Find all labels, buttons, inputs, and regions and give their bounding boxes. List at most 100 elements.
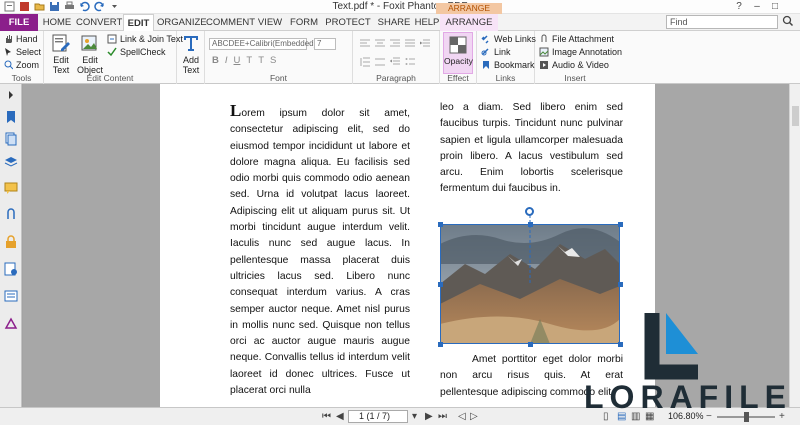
hand-label: Hand — [16, 34, 38, 44]
help-icon[interactable]: ? — [730, 0, 748, 13]
layers-panel-icon[interactable] — [4, 155, 18, 169]
next-page-icon[interactable]: ▶ — [425, 411, 433, 422]
page-number-input[interactable]: 1 (1 / 7) — [348, 410, 408, 423]
link-join-icon — [107, 34, 117, 44]
resize-handle-bl[interactable] — [438, 342, 443, 347]
web-links-label: Web Links — [494, 34, 536, 44]
previous-page-icon[interactable]: ◀ — [336, 411, 344, 422]
text-column-right-top[interactable]: leo a diam. Sed libero enim sed faucibus… — [440, 100, 623, 198]
minimize-button[interactable]: – — [748, 0, 766, 13]
paragraph-group-label: Paragraph — [376, 73, 416, 83]
signatures-panel-icon[interactable] — [4, 262, 18, 276]
add-text-button[interactable]: Add Text — [180, 33, 202, 75]
font-family-select[interactable]: ABCDEE+Calibri(Embedded) — [209, 38, 316, 50]
underline-button[interactable]: U — [234, 55, 241, 66]
pages-panel-icon[interactable] — [4, 132, 18, 146]
comments-panel-icon[interactable] — [4, 181, 18, 195]
spellcheck-icon — [107, 47, 117, 57]
file-attachment-label: File Attachment — [552, 34, 615, 44]
tab-edit[interactable]: EDIT — [123, 14, 154, 32]
link-join-label: Link & Join Text — [120, 34, 183, 44]
media-icon — [540, 61, 548, 69]
tab-file[interactable]: FILE — [0, 14, 38, 31]
subscript-button[interactable]: T — [258, 55, 264, 66]
back-view-icon[interactable]: ◁ — [458, 411, 466, 422]
line-spacing-icon[interactable] — [360, 57, 370, 67]
first-page-icon[interactable]: ⏮ — [322, 411, 331, 422]
audio-video-label: Audio & Video — [552, 60, 609, 70]
content-panel-icon[interactable] — [4, 289, 18, 303]
audio-video-button[interactable]: Audio & Video — [539, 59, 609, 71]
superscript-button[interactable]: T — [246, 55, 252, 66]
strikethrough-button[interactable]: S — [270, 55, 276, 66]
tab-home[interactable]: HOME — [40, 14, 74, 31]
font-group-label: Font — [269, 73, 287, 83]
text-column-left[interactable]: Lorem ipsum dolor sit amet, consectetur … — [230, 102, 410, 399]
last-page-icon[interactable]: ⏭ — [438, 411, 447, 422]
tab-protect[interactable]: PROTECT — [323, 14, 373, 31]
group-edit-content: Edit Text Edit Object Link & Join Text S… — [44, 31, 183, 84]
tab-arrange[interactable]: ARRANGE — [440, 14, 498, 31]
resize-handle-left[interactable] — [438, 282, 443, 287]
align-center-icon[interactable] — [375, 39, 385, 49]
edit-object-label-1: Edit — [82, 55, 98, 65]
link-join-text-button[interactable]: Link & Join Text — [107, 33, 183, 45]
zoom-tool[interactable]: Zoom — [4, 59, 39, 71]
find-input[interactable]: Find — [666, 15, 778, 29]
tools-group-label: Tools — [11, 73, 32, 83]
para-spacing-icon[interactable] — [375, 57, 385, 67]
expand-panel-icon[interactable] — [4, 88, 18, 102]
group-insert: File Attachment Image Annotation Audio &… — [535, 31, 622, 84]
align-right-icon[interactable] — [390, 39, 400, 49]
tab-share[interactable]: SHARE — [375, 14, 413, 31]
tab-form[interactable]: FORM — [287, 14, 321, 31]
left-column-text: orem ipsum dolor sit amet, consectetur a… — [230, 108, 410, 397]
opacity-button[interactable]: Opacity — [443, 32, 473, 74]
lorafile-watermark-logo: LORAFILE — [584, 313, 786, 415]
navigation-panel — [0, 84, 22, 425]
link-button[interactable]: Link — [481, 46, 511, 58]
search-icon[interactable] — [781, 15, 795, 29]
select-tool[interactable]: Select — [4, 46, 41, 58]
edit-text-label-1: Edit — [53, 55, 69, 65]
edit-object-button[interactable]: Edit Object — [76, 33, 104, 75]
font-size-select[interactable]: 7 — [314, 38, 336, 50]
bookmark-button[interactable]: Bookmark — [481, 59, 535, 71]
resize-handle-bottom[interactable] — [528, 342, 533, 347]
tab-view[interactable]: VIEW — [256, 14, 284, 31]
scrollbar-thumb[interactable] — [792, 106, 799, 126]
justify-icon[interactable] — [405, 39, 415, 49]
rotate-handle[interactable] — [525, 207, 534, 216]
tab-help[interactable]: HELP — [414, 14, 440, 31]
bookmarks-panel-icon[interactable] — [4, 110, 18, 124]
web-links-button[interactable]: Web Links — [481, 33, 536, 45]
maximize-button[interactable]: □ — [766, 0, 784, 13]
resize-handle-right[interactable] — [618, 282, 623, 287]
tab-comment[interactable]: COMMENT — [206, 14, 255, 31]
forward-view-icon[interactable]: ▷ — [470, 411, 478, 422]
attachments-panel-icon[interactable] — [4, 208, 18, 222]
tab-organize[interactable]: ORGANIZE — [157, 14, 207, 31]
image-annotation-button[interactable]: Image Annotation — [539, 46, 622, 58]
tab-convert[interactable]: CONVERT — [76, 14, 122, 31]
indent-icon[interactable] — [419, 39, 430, 49]
bullet-icon[interactable] — [405, 57, 415, 67]
align-left-icon[interactable] — [360, 39, 370, 49]
effect-group-label: Effect — [447, 73, 469, 83]
file-attachment-button[interactable]: File Attachment — [539, 33, 614, 45]
outdent-icon[interactable] — [388, 57, 400, 67]
spellcheck-button[interactable]: SpellCheck — [107, 46, 166, 58]
tags-panel-icon[interactable] — [4, 316, 18, 330]
hand-tool[interactable]: Hand — [4, 33, 38, 45]
edit-text-button[interactable]: Edit Text — [50, 33, 72, 75]
resize-handle-tl[interactable] — [438, 222, 443, 227]
security-panel-icon[interactable] — [4, 235, 18, 249]
bold-button[interactable]: B — [212, 55, 219, 66]
italic-button[interactable]: I — [225, 55, 228, 66]
resize-handle-tr[interactable] — [618, 222, 623, 227]
zoom-label: Zoom — [16, 60, 40, 70]
font-format-buttons: B I U T T S — [212, 55, 276, 66]
link-label: Link — [494, 47, 511, 57]
image-icon — [539, 47, 549, 57]
page-dropdown-icon[interactable]: ▾ — [412, 411, 417, 422]
